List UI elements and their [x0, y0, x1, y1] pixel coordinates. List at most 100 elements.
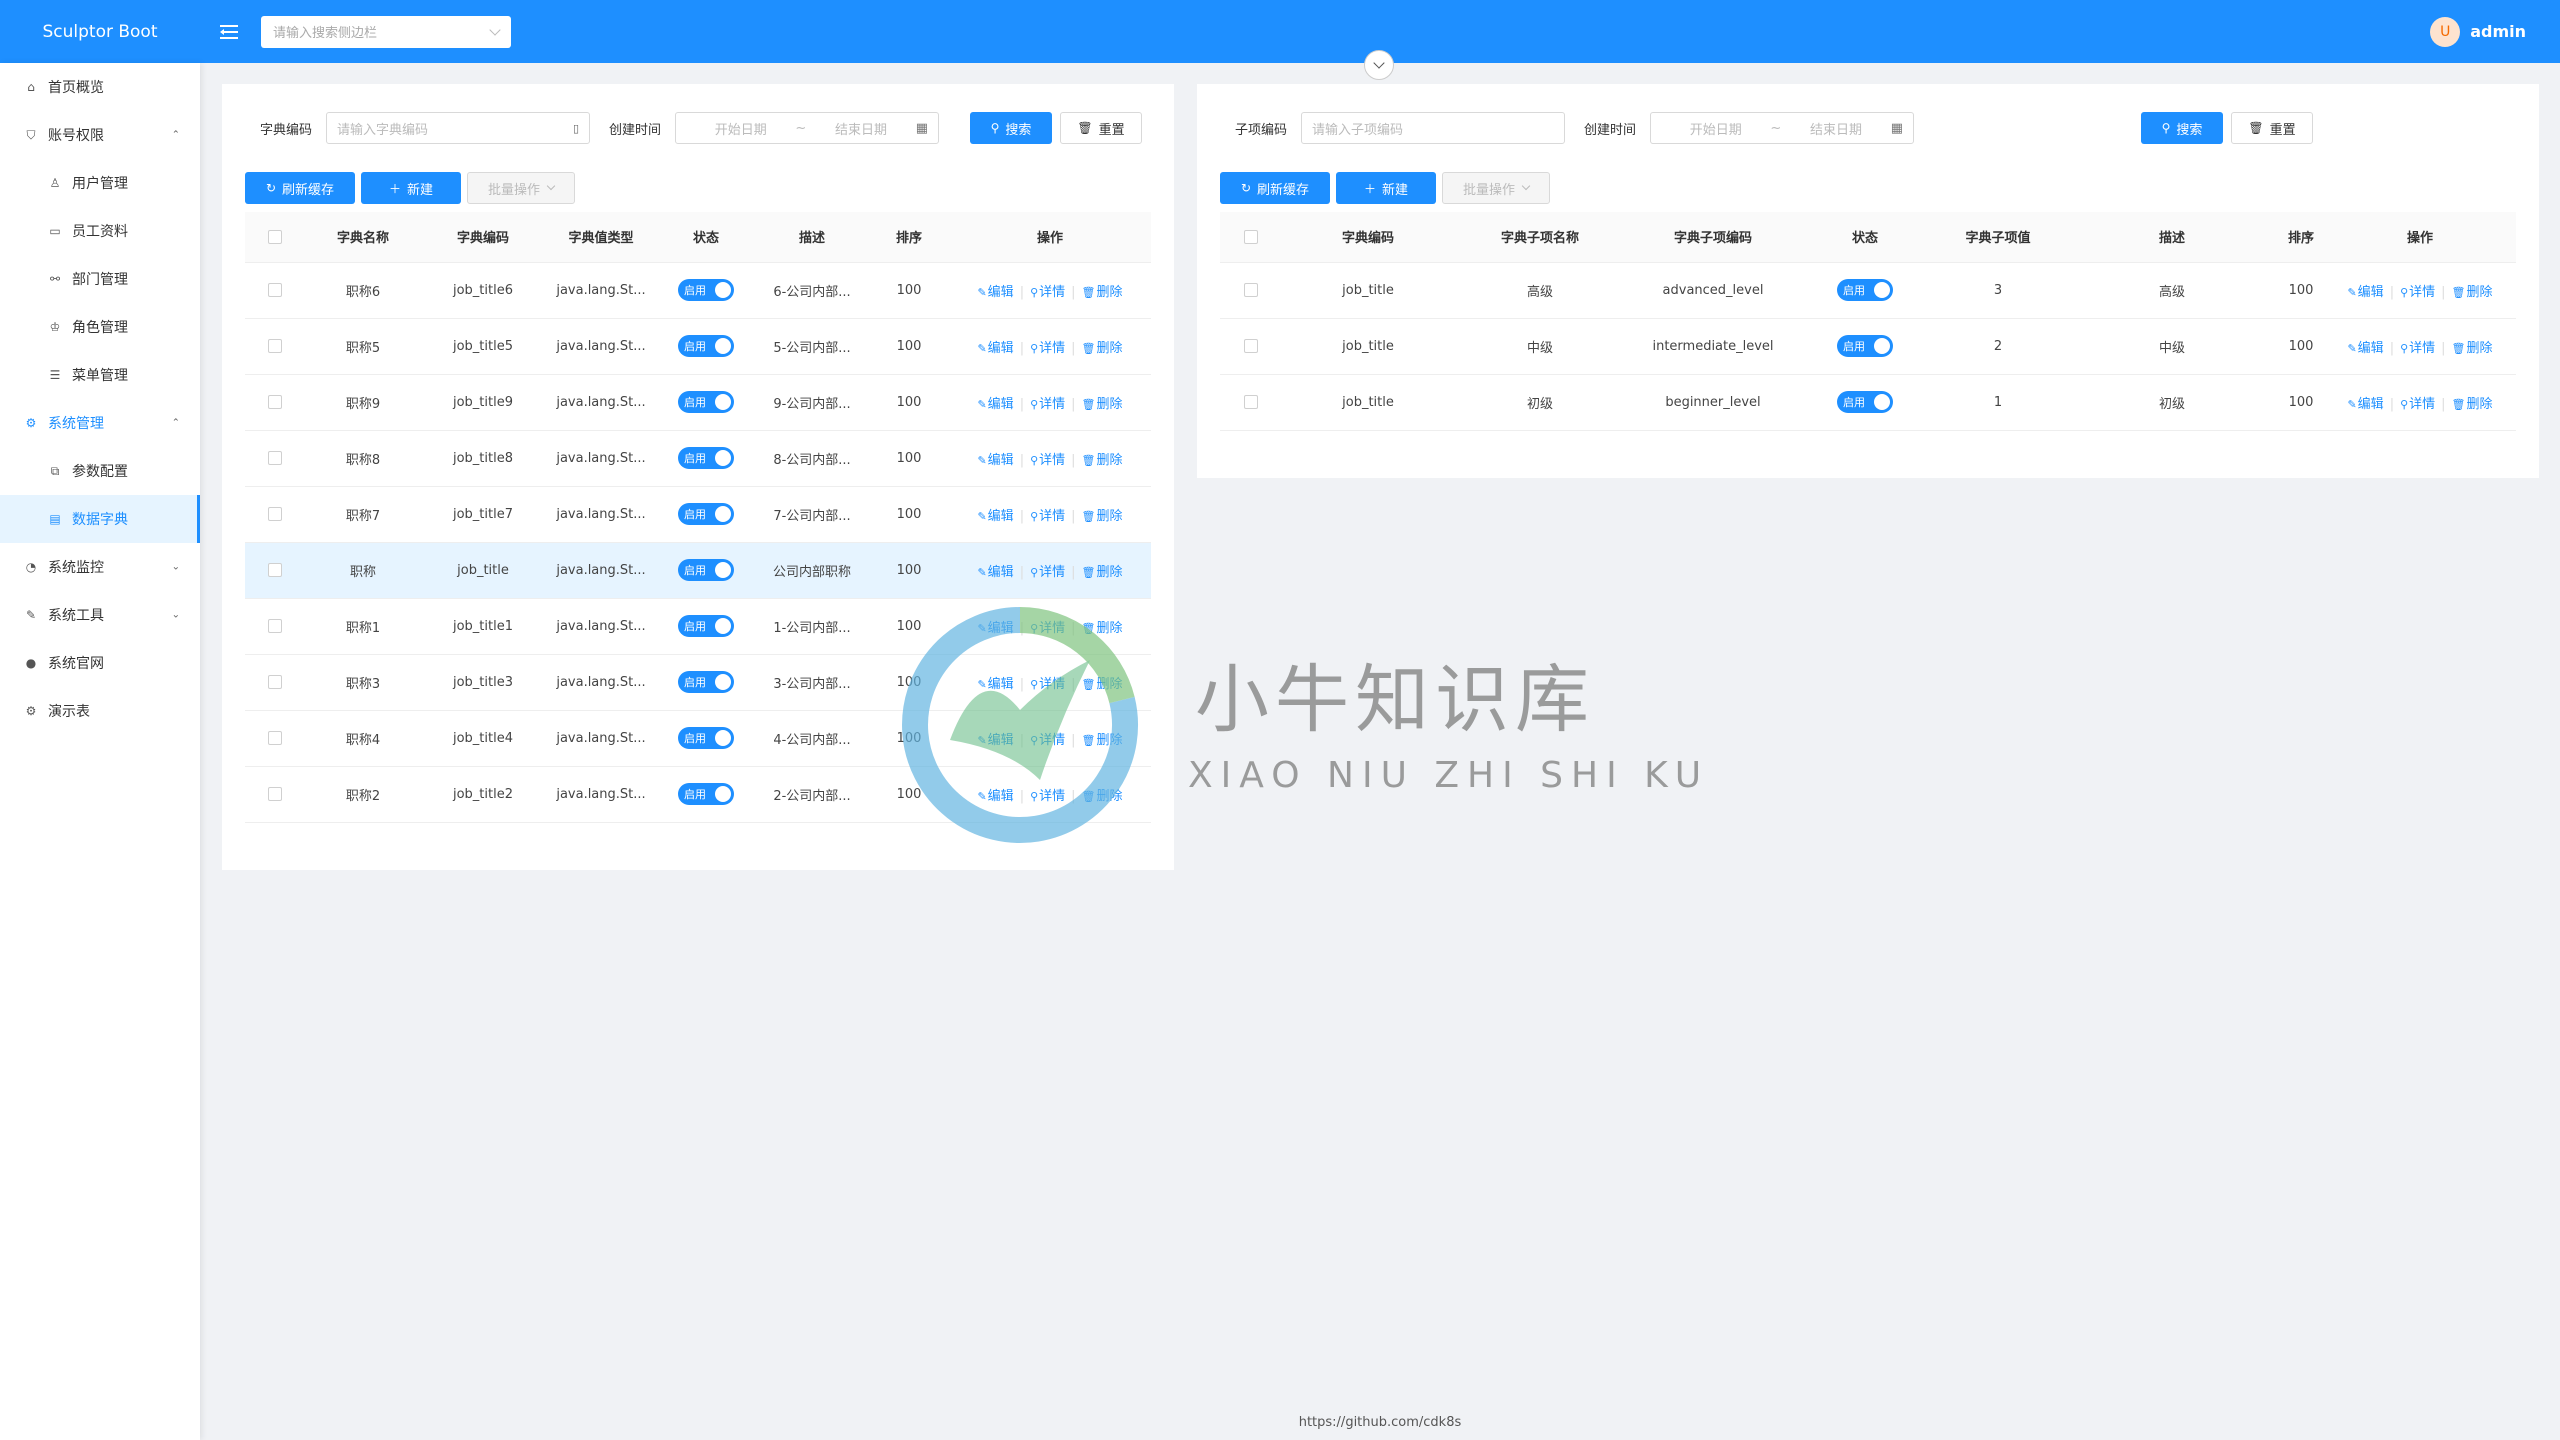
edit-link[interactable]: ✎编辑 — [977, 397, 1013, 412]
row-checkbox[interactable] — [268, 563, 282, 577]
detail-link[interactable]: ⚲详情 — [2400, 397, 2435, 412]
edit-link[interactable]: ✎编辑 — [977, 621, 1013, 636]
edit-link[interactable]: ✎编辑 — [2347, 397, 2383, 412]
delete-link[interactable]: 🗑删除 — [1082, 621, 1123, 636]
table-row[interactable]: 职称2 job_title2 java.lang.St... 启用 2-公司内部... 1… — [245, 766, 1151, 823]
delete-link[interactable]: 🗑删除 — [2452, 341, 2493, 356]
delete-link[interactable]: 🗑删除 — [1082, 789, 1123, 804]
delete-link[interactable]: 🗑删除 — [1082, 285, 1123, 300]
status-switch[interactable]: 启用 — [678, 559, 734, 581]
table-row[interactable]: 职称4 job_title4 java.lang.St... 启用 4-公司内部... 1… — [245, 710, 1151, 767]
delete-link[interactable]: 🗑删除 — [1082, 341, 1123, 356]
delete-link[interactable]: 🗑删除 — [1082, 733, 1123, 748]
status-switch[interactable]: 启用 — [678, 783, 734, 805]
row-checkbox[interactable] — [268, 787, 282, 801]
status-switch[interactable]: 启用 — [678, 727, 734, 749]
row-checkbox[interactable] — [1244, 339, 1258, 353]
status-switch[interactable]: 启用 — [678, 671, 734, 693]
edit-link[interactable]: ✎编辑 — [2347, 285, 2383, 300]
delete-link[interactable]: 🗑删除 — [1082, 509, 1123, 524]
sidebar-search-select[interactable]: 请输入搜索侧边栏 — [261, 15, 511, 48]
status-switch[interactable]: 启用 — [678, 503, 734, 525]
table-row[interactable]: 职称6 job_title6 java.lang.St... 启用 6-公司内部... 1… — [245, 262, 1151, 319]
status-switch[interactable]: 启用 — [678, 391, 734, 413]
sidebar-item[interactable]: ▭ 员工资料 — [0, 207, 200, 255]
dict-refresh-cache-button[interactable]: ↻ 刷新缓存 — [245, 172, 355, 204]
table-row[interactable]: 职称7 job_title7 java.lang.St... 启用 7-公司内部... 1… — [245, 486, 1151, 543]
detail-link[interactable]: ⚲详情 — [1030, 285, 1065, 300]
dict-date-range[interactable]: 开始日期 ~ 结束日期 ▦ — [675, 112, 940, 144]
sidebar-item[interactable]: ✎ 系统工具 ⌄ — [0, 591, 200, 639]
status-switch[interactable]: 启用 — [1837, 335, 1893, 357]
dict-reset-button[interactable]: 🗑 重置 — [1060, 112, 1142, 144]
status-switch[interactable]: 启用 — [678, 335, 734, 357]
detail-link[interactable]: ⚲详情 — [1030, 789, 1065, 804]
collapse-header-button[interactable] — [1364, 50, 1394, 80]
dict-search-button[interactable]: ⚲ 搜索 — [970, 112, 1052, 144]
item-date-range[interactable]: 开始日期 ~ 结束日期 ▦ — [1650, 112, 1915, 144]
table-row[interactable]: job_title 高级 advanced_level 启用 3 高级 100 ✎编辑 | ⚲详情… — [1220, 262, 2516, 319]
delete-link[interactable]: 🗑删除 — [1082, 397, 1123, 412]
table-row[interactable]: 职称1 job_title1 java.lang.St... 启用 1-公司内部... 1… — [245, 598, 1151, 655]
row-checkbox[interactable] — [268, 229, 282, 244]
sidebar-item[interactable]: ⧉ 参数配置 — [0, 447, 200, 495]
table-row[interactable]: 职称3 job_title3 java.lang.St... 启用 3-公司内部... 1… — [245, 654, 1151, 711]
detail-link[interactable]: ⚲详情 — [1030, 397, 1065, 412]
status-switch[interactable]: 启用 — [1837, 391, 1893, 413]
detail-link[interactable]: ⚲详情 — [1030, 621, 1065, 636]
detail-link[interactable]: ⚲详情 — [2400, 341, 2435, 356]
item-refresh-cache-button[interactable]: ↻ 刷新缓存 — [1220, 172, 1330, 204]
table-row[interactable]: job_title 中级 intermediate_level 启用 2 中级 100 ✎编辑… — [1220, 318, 2516, 375]
edit-link[interactable]: ✎编辑 — [977, 733, 1013, 748]
sidebar-item[interactable]: ♔ 角色管理 — [0, 303, 200, 351]
sidebar-item[interactable]: ⚯ 部门管理 — [0, 255, 200, 303]
delete-link[interactable]: 🗑删除 — [1082, 453, 1123, 468]
edit-link[interactable]: ✎编辑 — [977, 453, 1013, 468]
dict-create-button[interactable]: ＋ 新建 — [361, 172, 461, 204]
item-create-button[interactable]: ＋ 新建 — [1336, 172, 1436, 204]
row-checkbox[interactable] — [268, 395, 282, 409]
detail-link[interactable]: ⚲详情 — [1030, 453, 1065, 468]
row-checkbox[interactable] — [1244, 395, 1258, 409]
item-batch-button[interactable]: 批量操作 — [1442, 172, 1550, 204]
delete-link[interactable]: 🗑删除 — [2452, 285, 2493, 300]
sidebar-item[interactable]: ▤ 数据字典 — [0, 495, 200, 543]
sidebar-item[interactable]: ◔ 系统监控 ⌄ — [0, 543, 200, 591]
detail-link[interactable]: ⚲详情 — [1030, 509, 1065, 524]
detail-link[interactable]: ⚲详情 — [1030, 733, 1065, 748]
delete-link[interactable]: 🗑删除 — [1082, 677, 1123, 692]
menu-fold-icon[interactable] — [220, 23, 242, 41]
edit-link[interactable]: ✎编辑 — [977, 285, 1013, 300]
detail-link[interactable]: ⚲详情 — [1030, 565, 1065, 580]
item-code-input[interactable]: 请输入子项编码 — [1301, 112, 1566, 144]
table-row[interactable]: job_title 初级 beginner_level 启用 1 初级 100 ✎编辑 | ⚲详情… — [1220, 374, 2516, 431]
sidebar-item[interactable]: ⛉ 账号权限 ⌃ — [0, 111, 200, 159]
sidebar-item[interactable]: ● 系统官网 — [0, 639, 200, 687]
edit-link[interactable]: ✎编辑 — [977, 509, 1013, 524]
detail-link[interactable]: ⚲详情 — [2400, 285, 2435, 300]
row-checkbox[interactable] — [268, 619, 282, 633]
edit-link[interactable]: ✎编辑 — [977, 677, 1013, 692]
user-menu[interactable]: U admin — [2430, 0, 2526, 63]
table-row[interactable]: 职称9 job_title9 java.lang.St... 启用 9-公司内部... 1… — [245, 374, 1151, 431]
row-checkbox[interactable] — [268, 283, 282, 297]
row-checkbox[interactable] — [268, 675, 282, 689]
row-checkbox[interactable] — [1244, 229, 1258, 244]
sidebar-item[interactable]: ⚙ 演示表 — [0, 687, 200, 735]
table-row[interactable]: 职称5 job_title5 java.lang.St... 启用 5-公司内部... 1… — [245, 318, 1151, 375]
edit-link[interactable]: ✎编辑 — [977, 341, 1013, 356]
detail-link[interactable]: ⚲详情 — [1030, 341, 1065, 356]
table-row[interactable]: 职称8 job_title8 java.lang.St... 启用 8-公司内部... 1… — [245, 430, 1151, 487]
table-row[interactable]: 职称 job_title java.lang.St... 启用 公司内部职称 100 ✎编辑… — [245, 542, 1151, 599]
sidebar-item[interactable]: ⌂ 首页概览 — [0, 63, 200, 111]
status-switch[interactable]: 启用 — [1837, 279, 1893, 301]
edit-link[interactable]: ✎编辑 — [2347, 341, 2383, 356]
delete-link[interactable]: 🗑删除 — [1082, 565, 1123, 580]
item-search-button[interactable]: ⚲ 搜索 — [2141, 112, 2223, 144]
status-switch[interactable]: 启用 — [678, 615, 734, 637]
dict-batch-button[interactable]: 批量操作 — [467, 172, 575, 204]
delete-link[interactable]: 🗑删除 — [2452, 397, 2493, 412]
edit-link[interactable]: ✎编辑 — [977, 789, 1013, 804]
row-checkbox[interactable] — [268, 339, 282, 353]
footer-link[interactable]: https://github.com/cdk8s — [0, 1415, 2560, 1430]
